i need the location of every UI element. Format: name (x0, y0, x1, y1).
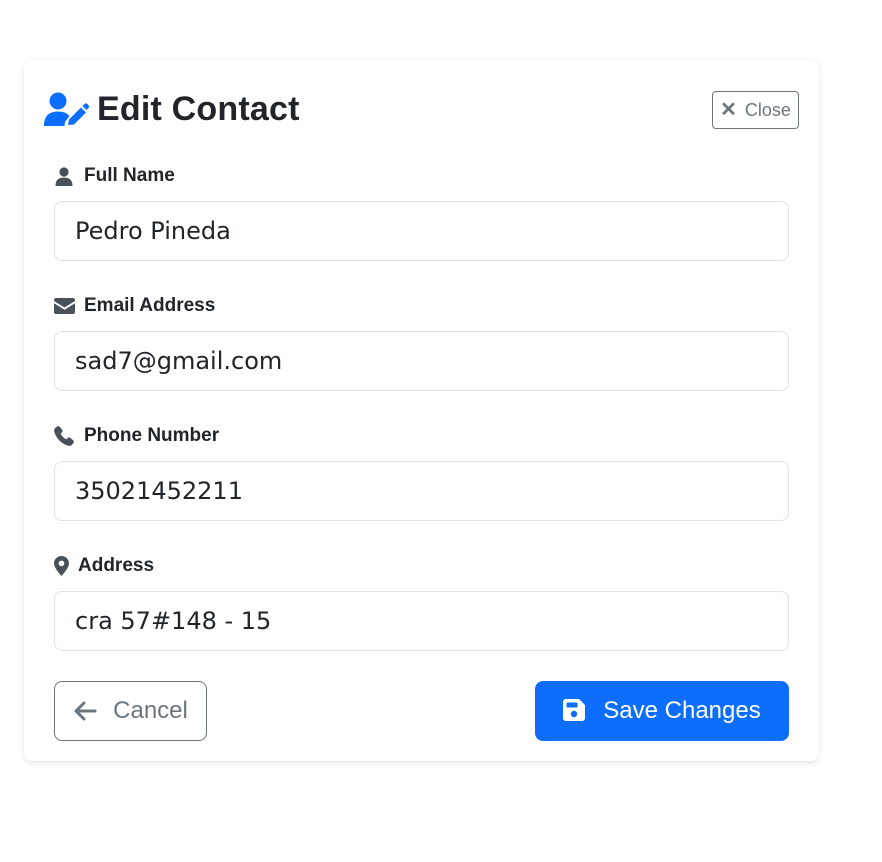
phone-number-label: Phone Number (53, 425, 219, 447)
full-name-input[interactable] (54, 201, 789, 261)
close-icon: ✕ (720, 99, 737, 121)
cancel-button[interactable]: Cancel (54, 681, 207, 741)
close-button[interactable]: ✕ Close (712, 91, 799, 129)
user-edit-icon (43, 92, 89, 128)
phone-number-field[interactable] (54, 461, 789, 521)
address-label: Address (53, 555, 154, 577)
edit-contact-card: Edit Contact ✕ Close Full Name Email Add… (24, 60, 819, 761)
address-label-text: Address (78, 555, 155, 576)
save-changes-button[interactable]: Save Changes (535, 681, 789, 741)
email-address-label: Email Address (53, 295, 215, 317)
save-changes-button-label: Save Changes (603, 697, 761, 724)
phone-number-label-text: Phone Number (84, 425, 220, 446)
card-header: Edit Contact (43, 90, 300, 129)
cancel-button-label: Cancel (113, 697, 188, 724)
page-title: Edit Contact (97, 90, 300, 128)
user-icon (53, 165, 75, 187)
email-field[interactable] (54, 331, 789, 391)
phone-icon (53, 425, 75, 447)
full-name-label-text: Full Name (84, 165, 175, 186)
address-field[interactable] (54, 591, 789, 651)
arrow-left-icon (73, 699, 97, 723)
floppy-disk-icon (563, 699, 587, 723)
map-marker-icon (53, 555, 69, 577)
envelope-icon (53, 295, 75, 317)
email-address-label-text: Email Address (84, 295, 216, 316)
close-button-label: Close (744, 99, 791, 120)
full-name-label: Full Name (53, 165, 175, 187)
